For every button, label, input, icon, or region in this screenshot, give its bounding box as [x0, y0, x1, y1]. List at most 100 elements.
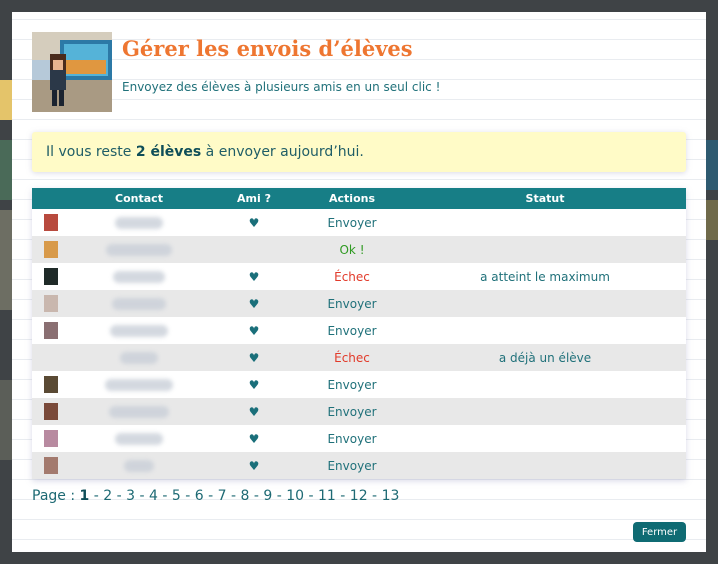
avatar [44, 241, 58, 258]
notice-prefix: Il vous reste [46, 144, 132, 160]
send-button[interactable]: Envoyer [300, 425, 404, 452]
table-row: AnaUlrycks Ok ! [32, 236, 686, 263]
action-result: Échec [300, 344, 404, 371]
close-button[interactable]: Fermer [633, 522, 686, 542]
header-illustration [32, 32, 112, 112]
col-contact-header: Contact [70, 188, 208, 209]
background-scrap [0, 140, 12, 200]
contact-name[interactable]: Bigo [124, 460, 154, 472]
avatar [44, 403, 58, 420]
pagination-label: Page : [32, 488, 76, 504]
contact-cell: Isabonne [70, 317, 208, 344]
col-avatar-header [32, 188, 70, 209]
send-button[interactable]: Envoyer [300, 398, 404, 425]
pagination: Page : 1 - 2 - 3 - 4 - 5 - 6 - 7 - 8 - 9… [32, 488, 399, 504]
status-cell: a atteint le maximum [404, 263, 686, 290]
page-link[interactable]: 11 [318, 488, 336, 504]
page-separator: - [335, 488, 350, 504]
friend-heart-icon: ♥ [208, 209, 300, 236]
contact-name[interactable]: Bdikeal [115, 433, 163, 445]
contact-name[interactable]: Beelfinyois [105, 379, 173, 391]
page-link[interactable]: 2 [103, 488, 112, 504]
avatar [44, 457, 58, 474]
table-row: Beelfinyois ♥Envoyer [32, 371, 686, 398]
page-link[interactable]: 12 [350, 488, 368, 504]
avatar-cell [32, 452, 70, 479]
page-separator: - [226, 488, 241, 504]
status-cell [404, 452, 686, 479]
col-friend-header: Ami ? [208, 188, 300, 209]
avatar [44, 430, 58, 447]
page-link[interactable]: 3 [126, 488, 135, 504]
table-row: Isabonne ♥Envoyer [32, 317, 686, 344]
action-result: Ok ! [300, 236, 404, 263]
contact-name[interactable]: Ardittina [112, 298, 166, 310]
friend-heart-icon: ♥ [208, 425, 300, 452]
page-separator: - [367, 488, 382, 504]
contact-cell: Karyn [70, 344, 208, 371]
page-separator: - [249, 488, 264, 504]
contact-name[interactable]: Isabonne [110, 325, 168, 337]
friend-heart-icon: ♥ [208, 371, 300, 398]
table-row: Anamca ♥Écheca atteint le maximum [32, 263, 686, 290]
status-cell [404, 209, 686, 236]
avatar-cell [32, 263, 70, 290]
table-row: Aribbia ♥Envoyer [32, 209, 686, 236]
dialog-title: Gérer les envois d’élèves [122, 36, 413, 61]
page-current[interactable]: 1 [80, 488, 90, 504]
contact-name[interactable]: Aribbia [115, 217, 163, 229]
background-scrap [706, 200, 718, 240]
contact-name[interactable]: Anamca [113, 271, 165, 283]
table-row: Bigo ♥Envoyer [32, 452, 686, 479]
page-link[interactable]: 5 [172, 488, 181, 504]
avatar-cell [32, 425, 70, 452]
status-cell [404, 398, 686, 425]
page-link[interactable]: 7 [218, 488, 227, 504]
contact-cell: Anamca [70, 263, 208, 290]
send-button[interactable]: Envoyer [300, 452, 404, 479]
page-link[interactable]: 4 [149, 488, 158, 504]
avatar-cell [32, 209, 70, 236]
table-row: Ardittina ♥Envoyer [32, 290, 686, 317]
send-button[interactable]: Envoyer [300, 371, 404, 398]
status-cell [404, 425, 686, 452]
page-separator: - [157, 488, 172, 504]
background-scrap [0, 380, 12, 460]
page-separator: - [180, 488, 195, 504]
friend-heart-icon: ♥ [208, 317, 300, 344]
send-button[interactable]: Envoyer [300, 317, 404, 344]
friend-heart-icon: ♥ [208, 344, 300, 371]
contact-cell: Ardittina [70, 290, 208, 317]
col-status-header: Statut [404, 188, 686, 209]
contact-name[interactable]: Bergil71 [109, 406, 169, 418]
avatar-cell [32, 398, 70, 425]
page-separator: - [304, 488, 318, 504]
table-header-row: Contact Ami ? Actions Statut [32, 188, 686, 209]
page-link[interactable]: 9 [263, 488, 272, 504]
contact-name[interactable]: Karyn [120, 352, 158, 364]
avatar-cell [32, 290, 70, 317]
notice-suffix: à envoyer aujourd’hui. [205, 144, 364, 160]
friend-heart-icon: ♥ [208, 398, 300, 425]
page-separator: - [203, 488, 218, 504]
status-cell [404, 371, 686, 398]
dialog-subtitle: Envoyez des élèves à plusieurs amis en u… [122, 80, 441, 94]
page-link[interactable]: 13 [382, 488, 400, 504]
status-cell: a déjà un élève [404, 344, 686, 371]
avatar [44, 268, 58, 285]
page-separator: - [272, 488, 287, 504]
contact-cell: Bergil71 [70, 398, 208, 425]
status-cell [404, 236, 686, 263]
notice-count: 2 élèves [135, 144, 202, 160]
page-separator: - [135, 488, 149, 504]
page-link[interactable]: 6 [195, 488, 204, 504]
contact-name[interactable]: AnaUlrycks [106, 244, 172, 256]
page-link[interactable]: 10 [286, 488, 304, 504]
send-students-dialog: Gérer les envois d’élèves Envoyez des él… [12, 12, 706, 552]
contact-cell: Bigo [70, 452, 208, 479]
contact-cell: Beelfinyois [70, 371, 208, 398]
col-actions-header: Actions [300, 188, 404, 209]
send-button[interactable]: Envoyer [300, 290, 404, 317]
status-cell [404, 317, 686, 344]
send-button[interactable]: Envoyer [300, 209, 404, 236]
